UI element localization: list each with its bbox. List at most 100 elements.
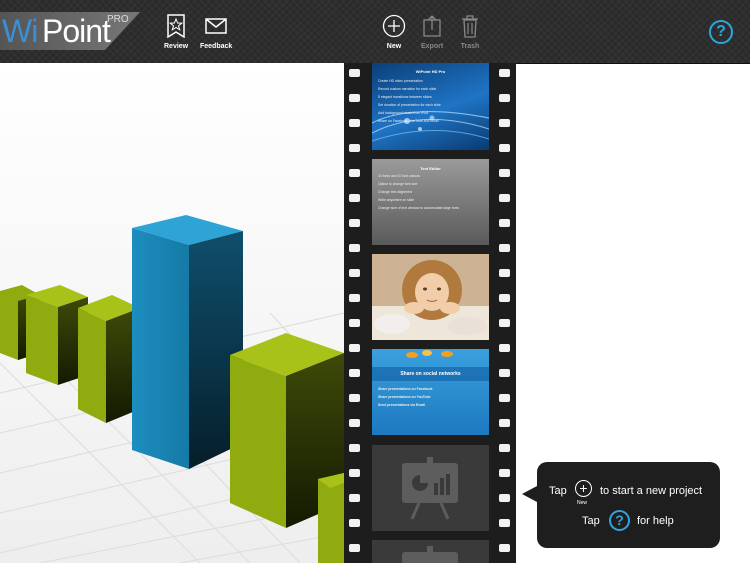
sprocket-hole (499, 244, 510, 252)
slide-1-line: 5 elegant transitions between slides (378, 95, 432, 99)
sprocket-hole (349, 194, 360, 202)
trash-button[interactable]: Trash (460, 14, 480, 50)
sprocket-hole (499, 269, 510, 277)
review-button[interactable]: Review (164, 14, 188, 50)
trash-label: Trash (460, 43, 480, 50)
slide-4-line: Share presentations on Facebook (378, 387, 433, 391)
callout-new-project-text: to start a new project (600, 485, 703, 497)
review-label: Review (164, 43, 189, 50)
logo-pro-text: PRO (107, 14, 129, 25)
sprocket-hole (499, 344, 510, 352)
sprocket-hole (499, 319, 510, 327)
3d-bars-graphic (0, 63, 344, 563)
sprocket-hole (349, 119, 360, 127)
sprocket-hole (499, 469, 510, 477)
slide-4-line: Share presentations on YouTube (378, 395, 431, 399)
presentation-placeholder-icon (402, 546, 458, 563)
sprocket-hole (349, 519, 360, 527)
bar-chart-illustration (0, 63, 344, 563)
sprocket-hole (499, 219, 510, 227)
slide-2-line: Write anywhere on slide (378, 198, 415, 202)
slide-thumbnail-4[interactable]: Share on social networks Share presentat… (372, 349, 489, 435)
sprocket-hole (349, 269, 360, 277)
trash-icon (462, 15, 478, 38)
callout-pointer (522, 486, 537, 502)
new-button[interactable]: New (382, 14, 406, 50)
sprocket-hole (349, 369, 360, 377)
app-logo: Wi Point PRO (0, 12, 140, 50)
sprocket-hole (349, 544, 360, 552)
sprocket-hole (349, 294, 360, 302)
slide-2-line: Option to change font size (378, 182, 418, 186)
sprocket-hole (499, 494, 510, 502)
sprocket-hole (499, 294, 510, 302)
sprocket-hole (349, 419, 360, 427)
callout-new-label: New (577, 500, 588, 506)
sprocket-hole (349, 244, 360, 252)
sprocket-hole (499, 169, 510, 177)
help-callout: Tap + New to start a new project Tap ? f… (537, 462, 720, 548)
sprocket-hole (349, 444, 360, 452)
callout-tap-text: Tap (582, 515, 600, 527)
sprocket-hole (349, 69, 360, 77)
sprocket-hole (499, 394, 510, 402)
slide-2-line: Change text alignment (378, 190, 412, 194)
sprocket-hole (349, 169, 360, 177)
slide-2-title: Text Editor (420, 166, 441, 171)
sprocket-hole (349, 494, 360, 502)
girl-photo (372, 254, 489, 340)
sprocket-hole (499, 69, 510, 77)
birds-graphic (372, 350, 489, 381)
slide-thumbnail-6[interactable] (372, 540, 489, 563)
slide-thumbnail-2[interactable]: Text Editor 10 fonts and 10 font colours… (372, 159, 489, 245)
slide-thumbnail-1[interactable]: WiPoint HD Pro Create HD video presentat… (372, 63, 489, 150)
logo-wi-text: Wi (2, 13, 38, 49)
sprocket-hole (499, 369, 510, 377)
sprocket-hole (499, 94, 510, 102)
export-label: Export (421, 43, 444, 50)
presentation-placeholder-icon (402, 457, 458, 520)
feedback-label: Feedback (200, 43, 233, 50)
sprocket-hole (349, 144, 360, 152)
slide-filmstrip[interactable]: WiPoint HD Pro Create HD video presentat… (344, 63, 516, 563)
sprocket-hole (499, 194, 510, 202)
slide-2-line: Change size of text window to accomodate… (378, 206, 460, 210)
review-icon (167, 14, 185, 39)
sprocket-hole (349, 344, 360, 352)
help-icon: ? (609, 510, 630, 531)
slide-4-title: Share on social networks (400, 371, 461, 377)
sprocket-hole (349, 219, 360, 227)
sprocket-hole (349, 394, 360, 402)
sprocket-hole (499, 144, 510, 152)
sprocket-hole (499, 519, 510, 527)
sprocket-hole (499, 419, 510, 427)
new-label: New (386, 43, 402, 50)
slide-thumbnail-5[interactable] (372, 445, 489, 531)
sprocket-hole (499, 119, 510, 127)
sprocket-hole (349, 94, 360, 102)
plus-circle-icon (382, 14, 406, 38)
callout-help-text: for help (637, 515, 674, 527)
sprocket-hole (499, 544, 510, 552)
slide-4-line: Send presentations via Email (378, 403, 426, 407)
plus-circle-icon: + (575, 480, 592, 497)
help-button[interactable]: ? (709, 20, 733, 44)
slide-1-line: Add background music from iPod (378, 111, 428, 115)
slide-1-line: Set duration of presentation for each sl… (378, 103, 441, 107)
sprocket-hole (349, 319, 360, 327)
slide-1-line: Create HD video presentation (378, 79, 423, 83)
mail-icon (205, 18, 227, 34)
sprocket-hole (499, 444, 510, 452)
export-icon (423, 15, 441, 37)
export-button[interactable]: Export (421, 14, 443, 50)
feedback-button[interactable]: Feedback (200, 14, 232, 50)
slide-1-title: WiPoint HD Pro (415, 69, 446, 74)
slide-thumbnail-3[interactable] (372, 254, 489, 340)
slide-2-line: 10 fonts and 10 font colours (378, 174, 420, 178)
callout-tap-text: Tap (549, 485, 567, 497)
slide-1-line: Share on Facebook, YouTube and Email (378, 119, 439, 123)
logo-point-text: Point (42, 13, 111, 49)
top-toolbar: Wi Point PRO Review Feedback New Export (0, 0, 750, 64)
sprocket-hole (349, 469, 360, 477)
slide-1-line: Record custom narration for each slide (378, 87, 437, 91)
